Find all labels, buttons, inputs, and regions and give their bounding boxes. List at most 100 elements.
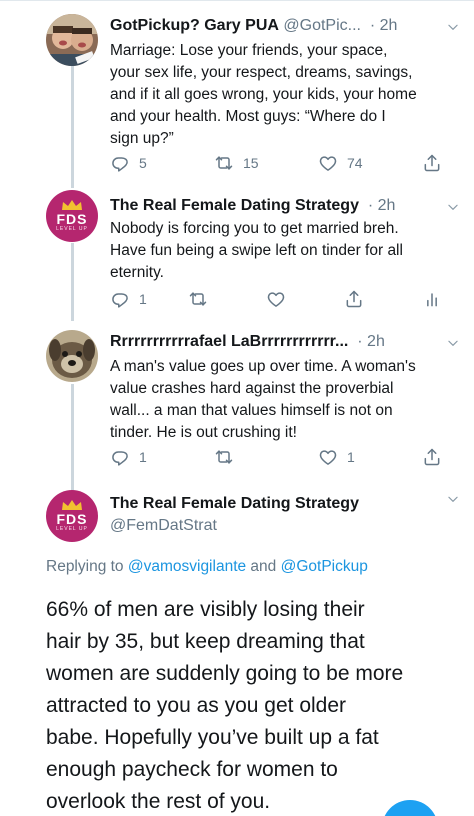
timestamp[interactable]: 2h (380, 17, 398, 34)
text-line: sign up?” (110, 130, 174, 147)
share-icon (344, 289, 364, 309)
tweet-header: GotPickup? Gary PUA @GotPic... · 2h (110, 14, 460, 38)
text-line: tinder. He is out crushing it! (110, 424, 297, 441)
retweet-icon (188, 289, 208, 309)
chevron-down-icon[interactable] (446, 20, 460, 34)
reply-icon (110, 447, 130, 467)
text-line: 66% of men are visibly losing their (46, 598, 365, 621)
text-line: your sex life, your respect, dreams, sav… (110, 64, 413, 81)
tweet-header: Rrrrrrrrrrrrafael LaBrrrrrrrrrrrr... · 2… (110, 330, 460, 354)
tweet[interactable]: FDS LEVEL UP The Real Female Dating Stra… (0, 190, 474, 320)
handle[interactable]: @FemDatStrat (110, 517, 217, 534)
heart-icon (266, 289, 286, 309)
retweet-button[interactable]: 15 (214, 152, 259, 174)
text-line: wall... a man that values himself is not… (110, 402, 393, 419)
dog-photo-icon (46, 330, 98, 382)
reply-button[interactable]: 5 (110, 152, 147, 174)
text-line: eternity. (110, 264, 164, 281)
two-men-photo-icon (46, 14, 98, 66)
level-up-text: LEVEL UP (56, 526, 88, 532)
tweet-text: A man's value goes up over time. A woman… (110, 356, 450, 444)
fds-logo-text: FDS (56, 211, 88, 227)
text-line: enough paycheck for women to (46, 758, 338, 781)
display-name[interactable]: The Real Female Dating Strategy (110, 197, 359, 214)
reply-icon (110, 289, 130, 309)
retweet-button[interactable] (188, 288, 208, 310)
share-icon (422, 447, 442, 467)
text-line: value crashes hard against the proverbia… (110, 380, 394, 397)
chevron-down-icon[interactable] (446, 336, 460, 350)
reply-count: 1 (139, 291, 147, 307)
fds-logo: FDS LEVEL UP (46, 190, 98, 242)
replying-prefix: Replying to (46, 558, 128, 575)
avatar[interactable]: FDS LEVEL UP (46, 190, 98, 242)
tweet-text: Marriage: Lose your friends, your space,… (110, 40, 450, 150)
text-line: babe. Hopefully you’ve built up a fat (46, 726, 379, 749)
reply-count: 5 (139, 155, 147, 171)
like-button[interactable]: 1 (318, 446, 355, 468)
retweet-count: 15 (243, 155, 259, 171)
share-button[interactable] (344, 288, 364, 310)
text-line: hair by 35, but keep dreaming that (46, 630, 365, 653)
replying-to: Replying to @vamosvigilante and @GotPick… (46, 558, 368, 576)
tweet-text: Nobody is forcing you to get married bre… (110, 218, 450, 284)
avatar[interactable] (46, 330, 98, 382)
like-button[interactable]: 74 (318, 152, 363, 174)
tweet-actions: 5 15 74 (110, 152, 450, 174)
separator-dot: · (367, 197, 374, 214)
reply-button[interactable]: 1 (110, 288, 147, 310)
avatar[interactable]: FDS LEVEL UP (46, 490, 98, 542)
level-up-text: LEVEL UP (56, 226, 88, 232)
reply-button[interactable]: 1 (110, 446, 147, 468)
tweet-text: 66% of men are visibly losing their hair… (46, 594, 456, 816)
share-button[interactable] (422, 446, 442, 468)
chevron-down-icon[interactable] (446, 492, 460, 506)
crown-icon (61, 200, 83, 211)
text-line: attracted to you as you get older (46, 694, 347, 717)
tweet-header: The Real Female Dating Strategy · 2h (110, 194, 460, 218)
chevron-down-icon[interactable] (446, 200, 460, 214)
reply-count: 1 (139, 449, 147, 465)
like-button[interactable] (266, 288, 286, 310)
analytics-button[interactable] (422, 288, 442, 310)
crown-icon (61, 500, 83, 511)
retweet-icon (214, 447, 234, 467)
text-line: women are suddenly going to be more (46, 662, 404, 685)
display-name[interactable]: The Real Female Dating Strategy (110, 495, 359, 512)
timestamp[interactable]: 2h (367, 333, 385, 350)
tweet[interactable]: Rrrrrrrrrrrrafael LaBrrrrrrrrrrrr... · 2… (0, 326, 474, 476)
handle[interactable]: @GotPic... (283, 17, 361, 34)
reply-icon (110, 153, 130, 173)
tweet-actions: 1 1 (110, 446, 450, 468)
heart-icon (318, 447, 338, 467)
heart-icon (318, 153, 338, 173)
share-button[interactable] (422, 152, 442, 174)
display-name[interactable]: Rrrrrrrrrrrrafael LaBrrrrrrrrrrrr... (110, 333, 348, 350)
analytics-icon (422, 289, 442, 309)
tweet[interactable]: GotPickup? Gary PUA @GotPic... · 2h Marr… (0, 0, 474, 190)
fds-logo: FDS LEVEL UP (46, 490, 98, 542)
like-count: 74 (347, 155, 363, 171)
mention-link[interactable]: @GotPickup (281, 558, 368, 575)
fds-logo-text: FDS (56, 511, 88, 527)
text-line: A man's value goes up over time. A woman… (110, 358, 416, 375)
tweet-actions: 1 (110, 288, 450, 310)
separator-dot: · (369, 17, 376, 34)
avatar[interactable] (46, 14, 98, 66)
replying-and: and (246, 558, 281, 575)
tweet-header: The Real Female Dating Strategy (110, 492, 460, 516)
timestamp[interactable]: 2h (378, 197, 396, 214)
text-line: Marriage: Lose your friends, your space, (110, 42, 388, 59)
display-name[interactable]: GotPickup? Gary PUA (110, 17, 279, 34)
text-line: Have fun being a swipe left on tinder fo… (110, 242, 403, 259)
handle-row: @FemDatStrat (110, 514, 460, 538)
share-icon (422, 153, 442, 173)
text-line: and if it all goes wrong, your kids, you… (110, 86, 417, 103)
retweet-button[interactable] (214, 446, 234, 468)
text-line: Nobody is forcing you to get married bre… (110, 220, 399, 237)
retweet-icon (214, 153, 234, 173)
text-line: and your health. Most guys: “Where do I (110, 108, 386, 125)
mention-link[interactable]: @vamosvigilante (128, 558, 246, 575)
like-count: 1 (347, 449, 355, 465)
separator-dot: · (357, 333, 363, 350)
